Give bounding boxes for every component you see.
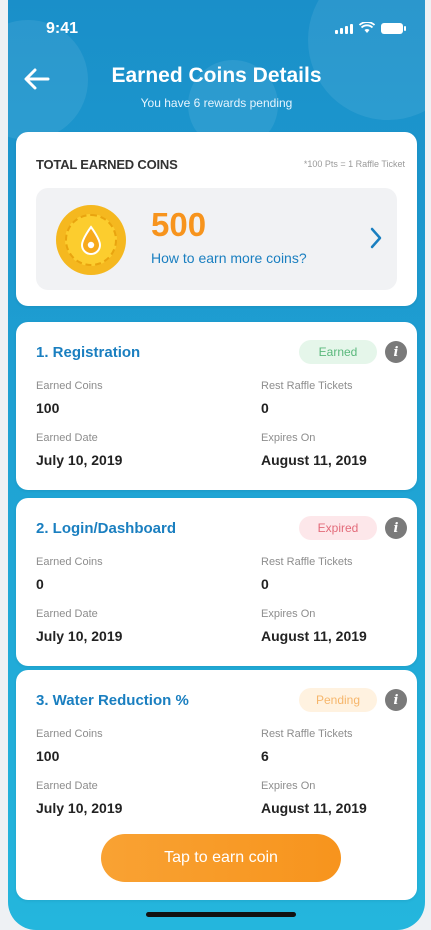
reward-card: 2. Login/Dashboard Expired i Earned Coin… [16, 498, 417, 666]
expires-on-value: August 11, 2019 [261, 452, 367, 468]
raffle-tickets-value: 0 [261, 576, 269, 592]
page-title: Earned Coins Details [111, 64, 322, 87]
earned-date-value: July 10, 2019 [36, 800, 123, 816]
coin-icon [56, 205, 126, 275]
status-icons [335, 22, 406, 34]
conversion-note: *100 Pts = 1 Raffle Ticket [303, 159, 405, 169]
earn-more-coins-link[interactable]: 500 How to earn more coins? [36, 188, 397, 290]
total-coins-amount: 500 [151, 206, 207, 243]
earn-more-link-text: How to earn more coins? [151, 250, 307, 266]
raffle-tickets-value: 6 [261, 748, 269, 764]
battery-icon [381, 23, 406, 34]
earned-date-label: Earned Date [36, 432, 98, 444]
raffle-tickets-value: 0 [261, 400, 269, 416]
earned-coins-value: 0 [36, 576, 44, 592]
earned-coins-label: Earned Coins [36, 380, 103, 392]
raffle-tickets-label: Rest Raffle Tickets [261, 380, 353, 392]
info-icon[interactable]: i [385, 689, 407, 711]
earned-date-label: Earned Date [36, 608, 98, 620]
info-icon[interactable]: i [385, 341, 407, 363]
phone-screen: 9:41 Earned Coins Details You have 6 rew… [8, 0, 425, 930]
earned-coins-value: 100 [36, 400, 60, 416]
home-indicator [146, 912, 296, 917]
expires-on-label: Expires On [261, 608, 316, 620]
earned-date-value: July 10, 2019 [36, 452, 123, 468]
status-badge: Earned [299, 340, 377, 364]
status-time: 9:41 [46, 20, 79, 37]
reward-title: 1. Registration [36, 344, 141, 361]
status-badge: Pending [299, 688, 377, 712]
page-subtitle: You have 6 rewards pending [140, 96, 293, 110]
earned-date-label: Earned Date [36, 780, 98, 792]
earned-date-value: July 10, 2019 [36, 628, 123, 644]
total-coins-card: TOTAL EARNED COINS *100 Pts = 1 Raffle T… [16, 132, 417, 306]
reward-card: 3. Water Reduction % Pending i Earned Co… [16, 670, 417, 900]
expires-on-value: August 11, 2019 [261, 628, 367, 644]
earned-coins-value: 100 [36, 748, 60, 764]
earned-coins-label: Earned Coins [36, 556, 103, 568]
expires-on-label: Expires On [261, 780, 316, 792]
expires-on-value: August 11, 2019 [261, 800, 367, 816]
raffle-tickets-label: Rest Raffle Tickets [261, 556, 353, 568]
chevron-right-icon [370, 227, 382, 249]
reward-card: 1. Registration Earned i Earned Coins 10… [16, 322, 417, 490]
earned-coins-label: Earned Coins [36, 728, 103, 740]
raffle-tickets-label: Rest Raffle Tickets [261, 728, 353, 740]
reward-title: 2. Login/Dashboard [36, 520, 177, 537]
total-coins-label: TOTAL EARNED COINS [36, 157, 178, 172]
tap-to-earn-coin-button[interactable]: Tap to earn coin [101, 834, 341, 882]
signal-icon [335, 24, 353, 34]
status-badge: Expired [299, 516, 377, 540]
info-icon[interactable]: i [385, 517, 407, 539]
status-bar: 9:41 [8, 0, 425, 60]
reward-title: 3. Water Reduction % [36, 692, 189, 709]
wifi-icon [359, 22, 375, 33]
expires-on-label: Expires On [261, 432, 316, 444]
